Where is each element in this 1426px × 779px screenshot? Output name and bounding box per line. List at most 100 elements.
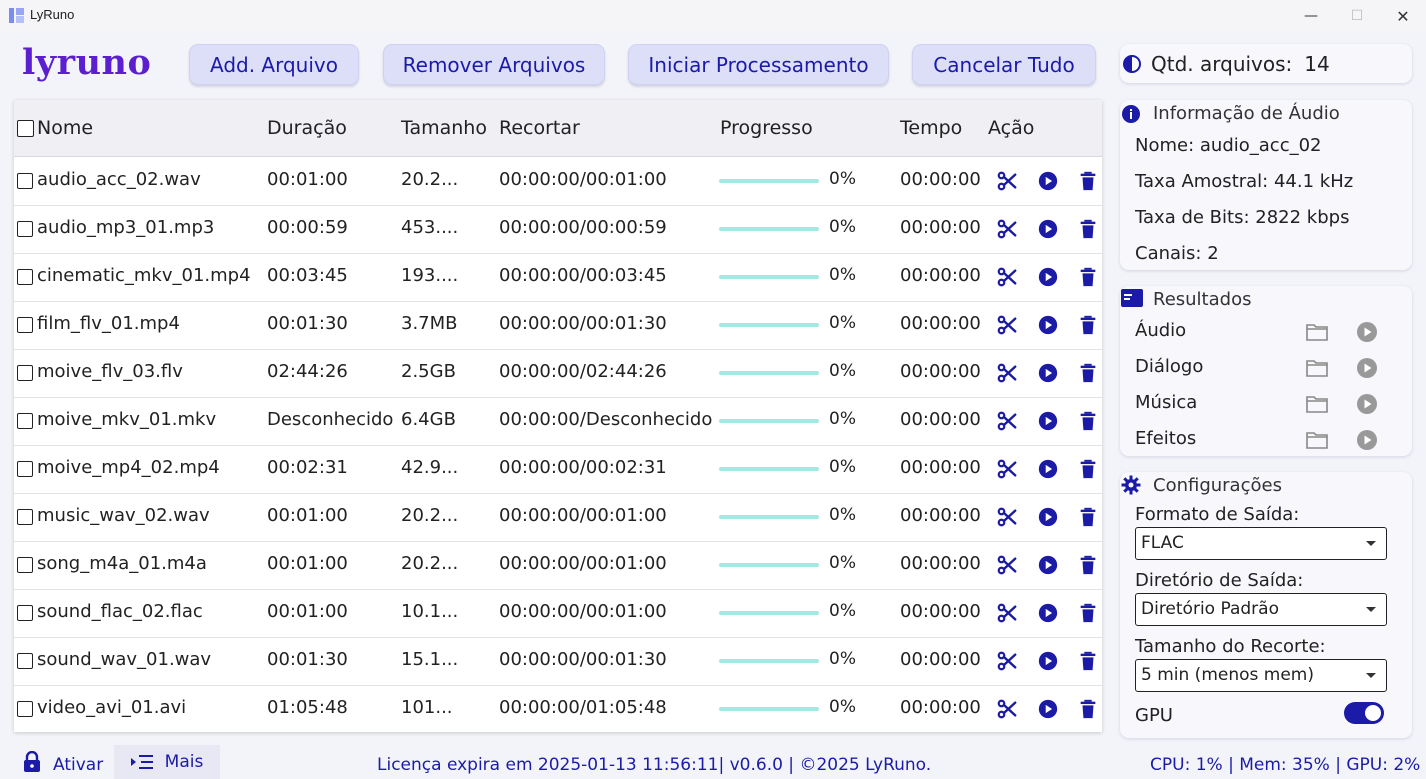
play-icon[interactable] xyxy=(1356,429,1378,455)
file-size: 101... xyxy=(401,697,453,718)
file-count-value: 14 xyxy=(1304,51,1330,76)
table-row[interactable]: audio_mp3_01.mp3 00:00:59 453.... 00:00:00/… xyxy=(14,205,1102,254)
chevron-down-icon xyxy=(1366,607,1376,612)
folder-icon[interactable] xyxy=(1306,395,1328,417)
row-checkbox[interactable] xyxy=(17,317,33,333)
scissors-icon[interactable] xyxy=(996,170,1018,192)
play-icon[interactable] xyxy=(1037,218,1059,240)
play-icon[interactable] xyxy=(1037,698,1059,720)
scissors-icon[interactable] xyxy=(996,218,1018,240)
lock-icon xyxy=(24,751,40,772)
file-trim-range: 00:00:00/01:05:48 xyxy=(499,697,667,718)
close-button[interactable]: ✕ xyxy=(1380,0,1426,32)
trash-icon[interactable] xyxy=(1077,602,1099,624)
scissors-icon[interactable] xyxy=(996,410,1018,432)
results-panel: Resultados Áudio Diálogo Música Efeitos xyxy=(1120,286,1412,456)
trash-icon[interactable] xyxy=(1077,266,1099,288)
table-row[interactable]: sound_flac_02.flac 00:01:00 10.1... 00:00:0… xyxy=(14,589,1102,638)
row-checkbox[interactable] xyxy=(17,653,33,669)
table-row[interactable]: moive_mp4_02.mp4 00:02:31 42.9... 00:00:00/… xyxy=(14,445,1102,494)
activate-button[interactable]: Ativar xyxy=(22,745,110,779)
maximize-button[interactable]: ☐ xyxy=(1334,0,1380,32)
row-checkbox[interactable] xyxy=(17,605,33,621)
trash-icon[interactable] xyxy=(1077,410,1099,432)
scissors-icon[interactable] xyxy=(996,602,1018,624)
row-checkbox[interactable] xyxy=(17,509,33,525)
play-icon[interactable] xyxy=(1037,410,1059,432)
play-icon[interactable] xyxy=(1037,602,1059,624)
play-icon[interactable] xyxy=(1037,650,1059,672)
row-checkbox[interactable] xyxy=(17,701,33,717)
add-file-button[interactable]: Add. Arquivo xyxy=(189,44,359,85)
gpu-toggle[interactable] xyxy=(1344,702,1384,724)
play-icon[interactable] xyxy=(1356,321,1378,347)
header-action: Ação xyxy=(988,117,1035,139)
file-duration: 00:01:00 xyxy=(267,601,348,622)
row-checkbox[interactable] xyxy=(17,173,33,189)
results-title: Resultados xyxy=(1153,289,1252,310)
file-name: video_avi_01.avi xyxy=(37,697,187,718)
menu-expand-icon xyxy=(130,755,153,769)
trash-icon[interactable] xyxy=(1077,554,1099,576)
play-icon[interactable] xyxy=(1037,314,1059,336)
row-checkbox[interactable] xyxy=(17,221,33,237)
cancel-all-button[interactable]: Cancelar Tudo xyxy=(912,44,1096,85)
trash-icon[interactable] xyxy=(1077,218,1099,240)
row-checkbox[interactable] xyxy=(17,365,33,381)
table-row[interactable]: sound_wav_01.wav 00:01:30 15.1... 00:00:00/… xyxy=(14,637,1102,686)
play-icon[interactable] xyxy=(1356,393,1378,419)
scissors-icon[interactable] xyxy=(996,266,1018,288)
scissors-icon[interactable] xyxy=(996,554,1018,576)
trash-icon[interactable] xyxy=(1077,170,1099,192)
play-icon[interactable] xyxy=(1037,458,1059,480)
trash-icon[interactable] xyxy=(1077,458,1099,480)
row-checkbox[interactable] xyxy=(17,461,33,477)
scissors-icon[interactable] xyxy=(996,650,1018,672)
header-name[interactable]: Nome xyxy=(37,117,93,139)
row-checkbox[interactable] xyxy=(17,269,33,285)
folder-icon[interactable] xyxy=(1306,323,1328,345)
play-icon[interactable] xyxy=(1037,506,1059,528)
output-dir-select[interactable]: Diretório Padrão xyxy=(1135,593,1387,626)
row-checkbox[interactable] xyxy=(17,557,33,573)
header-duration[interactable]: Duração xyxy=(267,117,347,139)
play-icon[interactable] xyxy=(1037,266,1059,288)
file-trim-range: 00:00:00/00:00:59 xyxy=(499,217,667,238)
clip-size-select[interactable]: 5 min (menos mem) xyxy=(1135,659,1387,692)
play-icon[interactable] xyxy=(1037,554,1059,576)
scissors-icon[interactable] xyxy=(996,314,1018,336)
trash-icon[interactable] xyxy=(1077,650,1099,672)
trash-icon[interactable] xyxy=(1077,362,1099,384)
table-row[interactable]: music_wav_02.wav 00:01:00 20.2... 00:00:00/… xyxy=(14,493,1102,542)
file-duration: 00:01:00 xyxy=(267,553,348,574)
play-icon[interactable] xyxy=(1037,362,1059,384)
table-row[interactable]: video_avi_01.avi 01:05:48 101... 00:00:00/0… xyxy=(14,685,1102,732)
table-header: Nome Duração Tamanho Recortar Progresso … xyxy=(14,100,1102,157)
trash-icon[interactable] xyxy=(1077,506,1099,528)
table-row[interactable]: song_m4a_01.m4a 00:01:00 20.2... 00:00:00/0… xyxy=(14,541,1102,590)
scissors-icon[interactable] xyxy=(996,362,1018,384)
remove-files-button[interactable]: Remover Arquivos xyxy=(383,44,605,85)
table-row[interactable]: cinematic_mkv_01.mp4 00:03:45 193.... 00:00… xyxy=(14,253,1102,302)
table-row[interactable]: film_flv_01.mp4 00:01:30 3.7MB 00:00:00/00:… xyxy=(14,301,1102,350)
more-button[interactable]: Mais xyxy=(114,745,220,779)
table-row[interactable]: audio_acc_02.wav 00:01:00 20.2... 00:00:00/… xyxy=(14,157,1102,206)
folder-icon[interactable] xyxy=(1306,359,1328,381)
sample-rate-label: Taxa Amostral: xyxy=(1135,171,1269,192)
scissors-icon[interactable] xyxy=(996,506,1018,528)
minimize-button[interactable]: — xyxy=(1288,0,1334,32)
row-checkbox[interactable] xyxy=(17,413,33,429)
scissors-icon[interactable] xyxy=(996,458,1018,480)
header-size[interactable]: Tamanho xyxy=(401,117,487,139)
play-icon[interactable] xyxy=(1037,170,1059,192)
start-processing-button[interactable]: Iniciar Processamento xyxy=(628,44,889,85)
trash-icon[interactable] xyxy=(1077,314,1099,336)
table-row[interactable]: moive_flv_03.flv 02:44:26 2.5GB 00:00:00/02… xyxy=(14,349,1102,398)
trash-icon[interactable] xyxy=(1077,698,1099,720)
folder-icon[interactable] xyxy=(1306,431,1328,453)
scissors-icon[interactable] xyxy=(996,698,1018,720)
table-row[interactable]: moive_mkv_01.mkv Desconhecido 6.4GB 00:00:0… xyxy=(14,397,1102,446)
select-all-checkbox[interactable] xyxy=(17,120,34,137)
play-icon[interactable] xyxy=(1356,357,1378,383)
format-select[interactable]: FLAC xyxy=(1135,527,1387,560)
